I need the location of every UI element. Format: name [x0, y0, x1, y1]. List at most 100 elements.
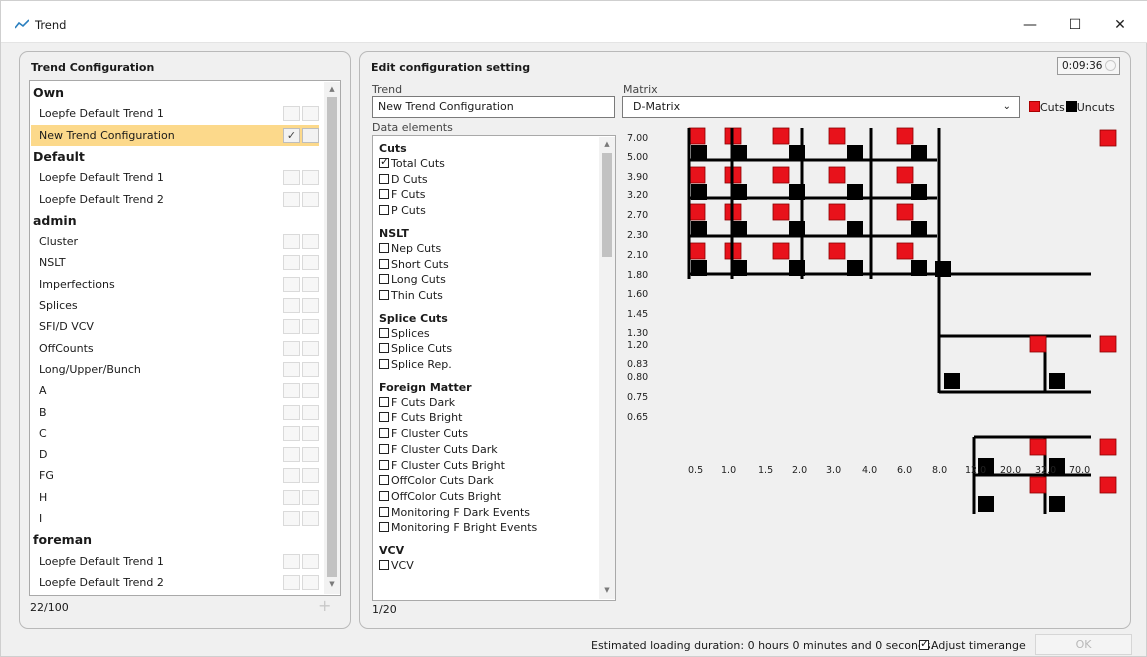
checkbox-icon[interactable] [379, 412, 389, 423]
configuration-group-header[interactable]: foreman [31, 529, 319, 550]
data-element-checkbox[interactable]: Long Cuts [379, 273, 446, 286]
edit-icon[interactable] [283, 106, 300, 122]
configuration-item[interactable]: OffCounts [31, 338, 319, 359]
data-elements-scrollbar[interactable]: ▲ ▼ [599, 137, 615, 599]
adjust-timerange-check-icon[interactable] [919, 637, 929, 650]
configuration-item[interactable]: Loepfe Default Trend 2 [31, 189, 319, 210]
configuration-item[interactable]: Loepfe Default Trend 2 [31, 572, 319, 593]
scroll-up-icon[interactable]: ▲ [324, 85, 340, 93]
maximize-button[interactable]: ☐ [1057, 13, 1093, 37]
check-icon[interactable]: ✓ [283, 127, 300, 143]
close-button[interactable]: ✕ [1102, 13, 1138, 37]
checkbox-icon[interactable] [379, 327, 389, 338]
remove-icon[interactable] [302, 234, 319, 250]
configuration-item[interactable]: C [31, 423, 319, 444]
checkbox-checked-icon[interactable] [379, 155, 389, 168]
edit-icon[interactable] [283, 319, 300, 335]
checkbox-icon[interactable] [379, 258, 389, 269]
configuration-item[interactable]: I [31, 508, 319, 529]
configuration-list[interactable]: Own Loepfe Default Trend 1 New Trend Confi… [29, 80, 341, 596]
data-element-checkbox[interactable]: Nep Cuts [379, 242, 441, 255]
checkbox-icon[interactable] [379, 522, 389, 533]
data-element-checkbox[interactable]: Short Cuts [379, 258, 449, 271]
edit-icon[interactable] [283, 511, 300, 526]
checkbox-icon[interactable] [379, 560, 389, 570]
edit-icon[interactable] [283, 170, 300, 186]
edit-icon[interactable] [283, 489, 300, 505]
data-element-checkbox[interactable]: Total Cuts [379, 155, 445, 170]
data-element-checkbox[interactable]: Thin Cuts [379, 289, 443, 302]
checkbox-icon[interactable] [379, 359, 389, 369]
remove-icon[interactable] [302, 383, 319, 399]
edit-icon[interactable] [283, 574, 300, 590]
checkbox-icon[interactable] [379, 343, 389, 354]
minimize-button[interactable]: — [1012, 13, 1048, 37]
configuration-group-header[interactable]: Own [31, 82, 319, 103]
ok-button[interactable]: OK [1035, 634, 1132, 655]
edit-icon[interactable] [283, 425, 300, 441]
scroll-thumb[interactable] [602, 153, 612, 257]
configuration-item[interactable]: A [31, 380, 319, 401]
data-element-checkbox[interactable]: Splice Cuts [379, 342, 452, 355]
data-element-checkbox[interactable]: Splice Rep. [379, 358, 452, 371]
configuration-item[interactable]: Cluster [31, 231, 319, 252]
data-element-checkbox[interactable]: Monitoring F Bright Events [379, 521, 537, 534]
edit-icon[interactable] [283, 553, 300, 569]
data-element-checkbox[interactable]: F Cluster Cuts Dark [379, 443, 498, 456]
scroll-up-icon[interactable]: ▲ [599, 140, 615, 148]
edit-icon[interactable] [283, 383, 300, 399]
edit-icon[interactable] [283, 468, 300, 484]
data-element-checkbox[interactable]: Monitoring F Dark Events [379, 506, 530, 519]
edit-icon[interactable] [283, 234, 300, 250]
checkbox-icon[interactable] [379, 475, 389, 486]
scroll-thumb[interactable] [327, 97, 337, 577]
configuration-item[interactable]: Long/Upper/Bunch [31, 359, 319, 380]
configuration-item[interactable]: B [31, 402, 319, 423]
checkbox-icon[interactable] [379, 274, 389, 285]
remove-icon[interactable] [302, 489, 319, 505]
data-element-checkbox[interactable]: VCV [379, 559, 414, 572]
checkbox-icon[interactable] [379, 173, 389, 184]
data-element-checkbox[interactable]: F Cluster Cuts Bright [379, 459, 505, 472]
edit-icon[interactable] [283, 276, 300, 292]
edit-icon[interactable] [283, 340, 300, 356]
configuration-item[interactable]: Imperfections [31, 274, 319, 295]
matrix-select[interactable]: D-Matrix ⌄ [622, 96, 1020, 118]
data-element-checkbox[interactable]: F Cuts Dark [379, 396, 455, 409]
edit-icon[interactable] [283, 404, 300, 420]
configuration-item[interactable]: Splices [31, 295, 319, 316]
edit-icon[interactable] [283, 447, 300, 463]
checkbox-icon[interactable] [379, 289, 389, 300]
configuration-item[interactable]: New Trend Configuration ✓ [31, 124, 319, 146]
data-element-checkbox[interactable]: Splices [379, 327, 430, 340]
remove-icon[interactable] [302, 106, 319, 122]
data-element-checkbox[interactable]: F Cuts [379, 188, 426, 201]
configuration-group-header[interactable]: admin [31, 210, 319, 231]
checkbox-icon[interactable] [379, 396, 389, 407]
checkbox-icon[interactable] [379, 189, 389, 200]
checkbox-icon[interactable] [379, 490, 389, 501]
remove-icon[interactable] [302, 170, 319, 186]
remove-icon[interactable] [302, 191, 319, 207]
configuration-list-scrollbar[interactable]: ▲ ▼ [324, 82, 340, 594]
checkbox-icon[interactable] [379, 428, 389, 439]
checkbox-icon[interactable] [379, 459, 389, 470]
remove-icon[interactable] [302, 340, 319, 356]
configuration-item[interactable]: NSLT [31, 252, 319, 273]
edit-icon[interactable] [283, 191, 300, 207]
data-element-checkbox[interactable]: P Cuts [379, 204, 426, 217]
remove-icon[interactable] [302, 511, 319, 526]
remove-icon[interactable] [302, 127, 319, 143]
remove-icon[interactable] [302, 298, 319, 313]
remove-icon[interactable] [302, 553, 319, 569]
configuration-item[interactable]: SFI/D VCV [31, 316, 319, 337]
data-element-checkbox[interactable]: OffColor Cuts Dark [379, 474, 494, 487]
checkbox-icon[interactable] [379, 205, 389, 216]
remove-icon[interactable] [302, 468, 319, 484]
data-element-checkbox[interactable]: F Cluster Cuts [379, 427, 468, 440]
adjust-timerange-checkbox[interactable]: Adjust timerange [919, 637, 1026, 652]
checkbox-icon[interactable] [379, 506, 389, 517]
remove-icon[interactable] [302, 276, 319, 292]
scroll-down-icon[interactable]: ▼ [324, 580, 340, 588]
remove-icon[interactable] [302, 255, 319, 271]
